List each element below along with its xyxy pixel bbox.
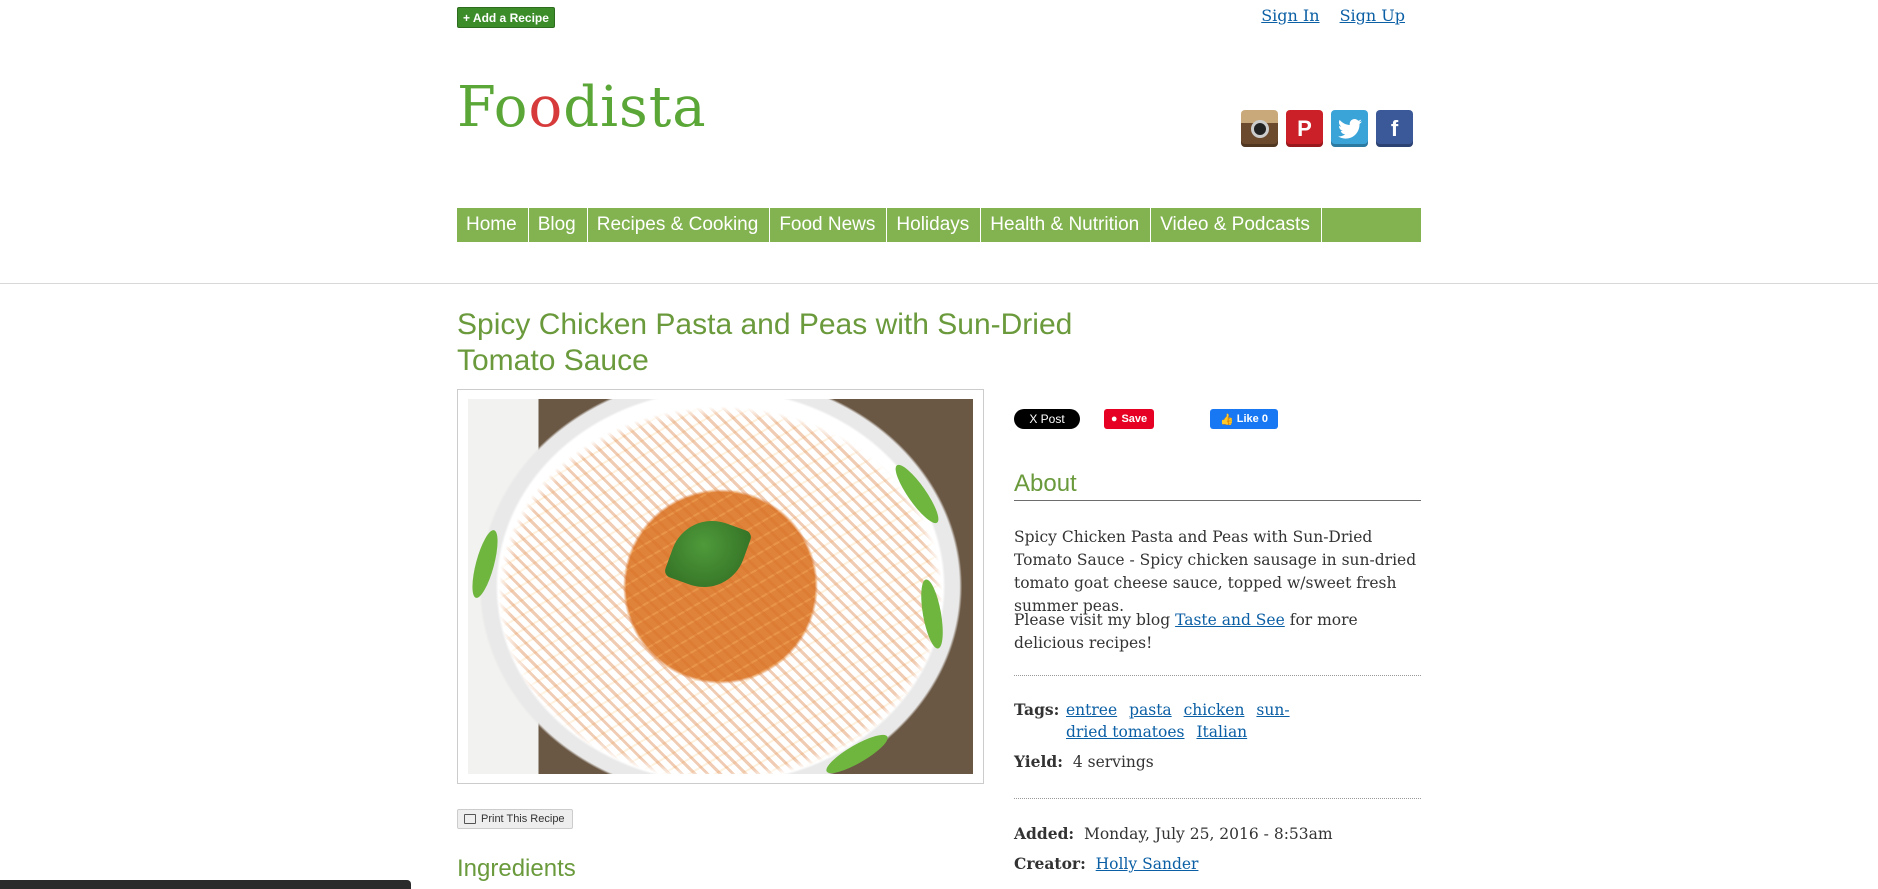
social-links: P f <box>1241 110 1413 147</box>
browser-status-bar <box>0 880 411 889</box>
ingredients-heading: Ingredients <box>457 855 576 882</box>
nav-item-blog[interactable]: Blog <box>529 208 588 242</box>
logo-text-end: dista <box>563 75 707 140</box>
share-buttons: X Post ● Save 👍 Like 0 <box>1014 409 1278 429</box>
added-value: Monday, July 25, 2016 - 8:53am <box>1083 825 1333 843</box>
facebook-like-label: Like 0 <box>1236 413 1268 425</box>
add-recipe-button[interactable]: + Add a Recipe <box>457 7 555 28</box>
creator-row: Creator: Holly Sander <box>1014 853 1198 875</box>
about-blog-note: Please visit my blog Taste and See for m… <box>1014 609 1421 655</box>
divider <box>1014 675 1421 676</box>
thumbs-up-icon: 👍 <box>1220 413 1234 426</box>
recipe-photo-frame <box>457 389 984 784</box>
x-post-button[interactable]: X Post <box>1014 409 1080 429</box>
facebook-like-button[interactable]: 👍 Like 0 <box>1210 409 1278 429</box>
added-label: Added: <box>1014 824 1075 843</box>
pinterest-icon: ● <box>1110 413 1118 425</box>
recipe-photo[interactable] <box>468 399 973 774</box>
nav-item-home[interactable]: Home <box>457 208 529 242</box>
tag-link[interactable]: chicken <box>1184 701 1245 719</box>
print-recipe-button[interactable]: Print This Recipe <box>457 809 573 829</box>
foodista-logo[interactable]: Foodista <box>457 80 707 136</box>
sign-up-link[interactable]: Sign Up <box>1340 6 1405 25</box>
pinterest-save-label: Save <box>1121 413 1148 425</box>
divider <box>1014 798 1421 799</box>
header-divider <box>0 283 1878 284</box>
yield-value: 4 servings <box>1072 753 1154 771</box>
facebook-icon[interactable]: f <box>1376 110 1413 147</box>
nav-item-video-podcasts[interactable]: Video & Podcasts <box>1151 208 1322 242</box>
print-recipe-label: Print This Recipe <box>481 813 565 825</box>
instagram-icon[interactable] <box>1241 110 1278 147</box>
tag-link[interactable]: pasta <box>1129 701 1172 719</box>
about-heading: About <box>1014 470 1421 501</box>
printer-icon <box>464 814 476 824</box>
added-row: Added: Monday, July 25, 2016 - 8:53am <box>1014 823 1333 845</box>
pinterest-icon[interactable]: P <box>1286 110 1323 147</box>
nav-item-recipes-cooking[interactable]: Recipes & Cooking <box>588 208 771 242</box>
tags-label-text: Tags: <box>1014 700 1060 719</box>
creator-link[interactable]: Holly Sander <box>1096 855 1199 873</box>
recipe-title: Spicy Chicken Pasta and Peas with Sun-Dr… <box>457 308 1073 377</box>
yield-row: Yield: 4 servings <box>1014 751 1154 773</box>
tag-link[interactable]: Italian <box>1196 723 1247 741</box>
nav-item-holidays[interactable]: Holidays <box>887 208 982 242</box>
creator-label: Creator: <box>1014 854 1086 873</box>
logo-apple-o: o <box>528 75 564 140</box>
about-description: Spicy Chicken Pasta and Peas with Sun-Dr… <box>1014 528 1417 615</box>
sign-in-link[interactable]: Sign In <box>1261 6 1319 25</box>
main-nav: Home Blog Recipes & Cooking Food News Ho… <box>457 208 1421 242</box>
tags-label: Tags: <box>1014 699 1059 721</box>
nav-item-food-news[interactable]: Food News <box>770 208 888 242</box>
tag-list: entree pasta chicken sun-dried tomatoes … <box>1066 699 1326 743</box>
logo-text-start: Fo <box>457 75 529 140</box>
tag-link[interactable]: entree <box>1066 701 1117 719</box>
nav-item-health-nutrition[interactable]: Health & Nutrition <box>981 208 1152 242</box>
twitter-icon[interactable] <box>1331 110 1368 147</box>
x-post-label: X Post <box>1029 412 1065 426</box>
yield-label: Yield: <box>1014 752 1063 771</box>
pinterest-save-button[interactable]: ● Save <box>1104 409 1154 429</box>
auth-links: Sign In Sign Up <box>1261 6 1405 25</box>
blog-link[interactable]: Taste and See <box>1175 611 1285 629</box>
blog-note-prefix: Please visit my blog <box>1014 611 1176 629</box>
